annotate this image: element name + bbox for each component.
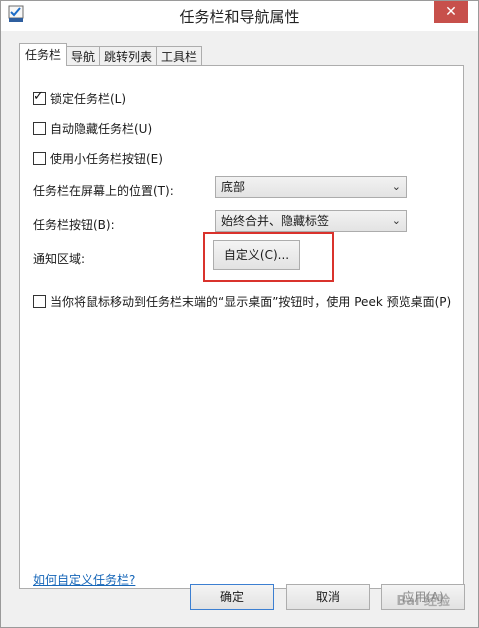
chevron-down-icon: ⌄ — [391, 180, 401, 193]
checkmark-icon: ✓ — [33, 89, 44, 104]
help-link[interactable]: 如何自定义任务栏? — [33, 571, 135, 588]
buttons-combine-row: 任务栏按钮(B): — [33, 216, 115, 233]
position-value: 底部 — [221, 180, 246, 194]
buttons-combine-dropdown[interactable]: 始终合并、隐藏标签 ⌄ — [215, 210, 407, 232]
notification-area-label: 通知区域: — [33, 252, 86, 266]
lock-taskbar-label: 锁定任务栏(L) — [50, 92, 127, 106]
tab-jump-lists[interactable]: 跳转列表 — [99, 46, 158, 66]
customize-button[interactable]: 自定义(C)... — [213, 240, 300, 270]
autohide-checkbox[interactable] — [33, 122, 46, 135]
taskbar-tab-panel: ✓ 锁定任务栏(L) 自动隐藏任务栏(U) 使用小任务栏按钮(E) 任务栏在屏幕… — [19, 65, 464, 589]
lock-taskbar-checkbox[interactable]: ✓ — [33, 89, 46, 105]
taskbar-properties-dialog: 任务栏和导航属性 ✕ 任务栏 导航 跳转列表 工具栏 ✓ 锁定任务栏(L) 自动… — [0, 0, 479, 628]
small-buttons-label: 使用小任务栏按钮(E) — [50, 152, 163, 166]
notification-area-row: 通知区域: — [33, 250, 85, 267]
watermark-text: Bai 经验 — [396, 594, 450, 609]
cancel-button[interactable]: 取消 — [286, 584, 370, 610]
close-icon: ✕ — [445, 4, 457, 20]
peek-checkbox[interactable] — [33, 295, 46, 308]
position-dropdown[interactable]: 底部 ⌄ — [215, 176, 407, 198]
tab-navigation[interactable]: 导航 — [66, 46, 101, 66]
window-title: 任务栏和导航属性 — [179, 8, 300, 26]
position-row: 任务栏在屏幕上的位置(T): — [33, 182, 174, 199]
tab-taskbar[interactable]: 任务栏 — [19, 43, 68, 66]
position-label: 任务栏在屏幕上的位置(T): — [33, 184, 174, 198]
small-buttons-option[interactable]: 使用小任务栏按钮(E) — [33, 150, 163, 167]
chevron-down-icon: ⌄ — [391, 214, 401, 227]
lock-taskbar-option[interactable]: ✓ 锁定任务栏(L) — [33, 89, 127, 107]
title-bar[interactable]: 任务栏和导航属性 ✕ — [1, 1, 478, 31]
autohide-label: 自动隐藏任务栏(U) — [50, 122, 153, 136]
dialog-client-area: 任务栏 导航 跳转列表 工具栏 ✓ 锁定任务栏(L) 自动隐藏任务栏(U) 使用… — [1, 31, 478, 627]
buttons-combine-value: 始终合并、隐藏标签 — [221, 214, 330, 228]
close-button[interactable]: ✕ — [434, 1, 468, 23]
tab-toolbars[interactable]: 工具栏 — [156, 46, 203, 66]
small-buttons-checkbox[interactable] — [33, 152, 46, 165]
tab-strip: 任务栏 导航 跳转列表 工具栏 — [19, 43, 203, 66]
peek-label: 当你将鼠标移动到任务栏末端的“显示桌面”按钮时，使用 Peek 预览桌面(P) — [50, 295, 452, 309]
ok-button[interactable]: 确定 — [190, 584, 274, 610]
peek-option[interactable]: 当你将鼠标移动到任务栏末端的“显示桌面”按钮时，使用 Peek 预览桌面(P) — [33, 293, 451, 310]
autohide-option[interactable]: 自动隐藏任务栏(U) — [33, 120, 152, 137]
buttons-combine-label: 任务栏按钮(B): — [33, 218, 115, 232]
